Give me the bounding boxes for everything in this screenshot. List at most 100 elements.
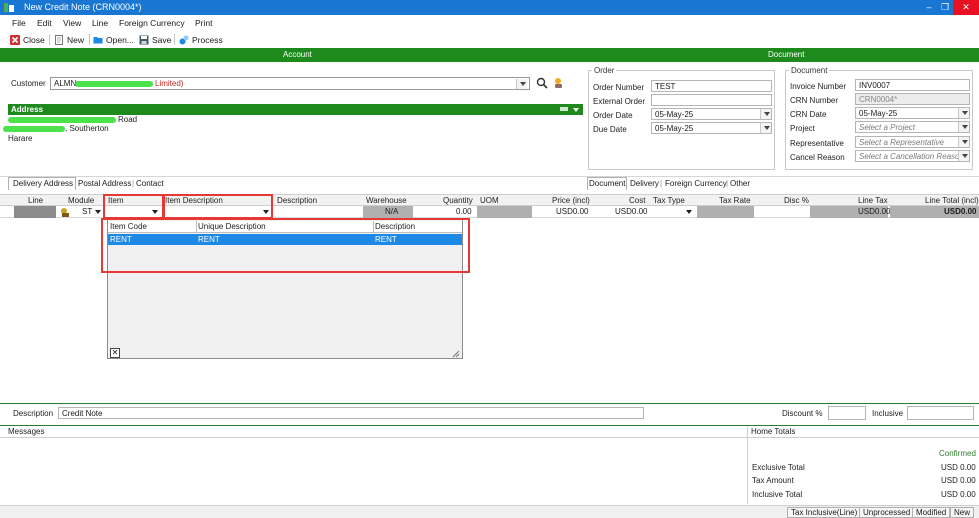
new-button[interactable]: New <box>54 33 84 46</box>
tab-separator: | <box>132 179 135 188</box>
menu-file[interactable]: File <box>12 18 26 28</box>
description-field[interactable]: Credit Note <box>58 407 644 419</box>
representative-field[interactable]: Select a Representative <box>855 136 970 148</box>
status-bar: Tax Inclusive(Line) Unprocessed Modified… <box>0 505 979 518</box>
exclusive-total-label: Exclusive Total <box>752 463 805 472</box>
inclusive-field[interactable] <box>907 406 974 420</box>
menu-line[interactable]: Line <box>92 18 108 28</box>
col-line-tax[interactable]: Line Tax <box>858 196 888 205</box>
app-icon <box>4 3 14 12</box>
menu-foreign-currency[interactable]: Foreign Currency <box>119 18 185 28</box>
address-collapse-icon[interactable] <box>573 108 579 112</box>
customer-lookup-icon[interactable] <box>553 77 565 89</box>
menu-print[interactable]: Print <box>195 18 212 28</box>
col-tax-type[interactable]: Tax Type <box>653 196 685 205</box>
menu-view[interactable]: View <box>63 18 81 28</box>
representative-dropdown[interactable] <box>958 137 969 147</box>
tab-other[interactable]: Other <box>730 179 750 188</box>
process-label: Process <box>192 34 223 45</box>
close-icon: ✕ <box>111 348 119 357</box>
tab-contact[interactable]: Contact <box>136 179 164 188</box>
col-uom[interactable]: UOM <box>480 196 499 205</box>
customer-field[interactable]: ALMN Limited) <box>50 77 530 90</box>
discount-label: Discount % <box>782 409 823 418</box>
line-total-value: USD0.00 <box>944 207 977 216</box>
confirmed-status: Confirmed <box>939 449 976 458</box>
external-order-field[interactable] <box>651 94 772 106</box>
warehouse-cell: N/A <box>363 206 413 218</box>
redacted-mark <box>3 126 65 132</box>
cancel-reason-field[interactable]: Select a Cancellation Reason <box>855 150 970 162</box>
col-warehouse[interactable]: Warehouse <box>366 196 407 205</box>
tab-document-label: Document <box>589 179 626 188</box>
col-line[interactable]: Line <box>28 196 43 205</box>
col-description[interactable]: Description <box>277 196 317 205</box>
menu-edit[interactable]: Edit <box>37 18 52 28</box>
due-date-value: 05-May-25 <box>655 124 694 133</box>
customer-dropdown-button[interactable] <box>516 79 527 89</box>
resize-grip-icon[interactable] <box>452 350 460 358</box>
redacted-mark <box>8 117 116 123</box>
invoice-number-label: Invoice Number <box>790 82 847 91</box>
open-button[interactable]: Open... <box>93 33 134 46</box>
col-disc[interactable]: Disc % <box>784 196 809 205</box>
col-quantity[interactable]: Quantity <box>443 196 473 205</box>
due-date-dropdown[interactable] <box>760 123 771 133</box>
customer-label: Customer <box>11 79 46 88</box>
project-dropdown[interactable] <box>958 122 969 132</box>
close-window-button[interactable]: ✕ <box>953 0 979 15</box>
crn-date-dropdown[interactable] <box>958 108 969 118</box>
representative-placeholder: Select a Representative <box>859 138 944 147</box>
order-date-field[interactable]: 05-May-25 <box>651 108 772 120</box>
module-cell[interactable]: ST <box>82 206 92 218</box>
document-group-title: Document <box>789 66 830 75</box>
process-button[interactable]: Process <box>179 33 223 46</box>
project-field[interactable]: Select a Project <box>855 121 970 133</box>
project-label: Project <box>790 124 815 133</box>
toolbar-divider <box>89 34 90 45</box>
tab-foreign-currency[interactable]: Foreign Currency <box>665 179 727 188</box>
quantity-cell[interactable]: 0.00 <box>456 206 472 218</box>
new-document-icon <box>55 34 63 45</box>
tax-amount-label: Tax Amount <box>752 476 794 485</box>
save-icon <box>139 35 149 44</box>
line-tax-value: USD0.00 <box>858 207 891 216</box>
toolbar: Close New Open... Save Process <box>0 31 979 47</box>
redacted-mark <box>75 81 153 87</box>
order-date-dropdown[interactable] <box>760 109 771 119</box>
col-tax-rate[interactable]: Tax Rate <box>719 196 751 205</box>
tab-delivery[interactable]: Delivery <box>630 179 659 188</box>
crn-date-field[interactable]: 05-May-25 <box>855 107 970 119</box>
tax-rate-cell <box>697 206 754 218</box>
section-header-bar: Account Document <box>0 48 979 62</box>
popup-close-button[interactable]: ✕ <box>110 348 120 358</box>
price-cell[interactable]: USD0.00 <box>556 206 588 218</box>
col-price-incl[interactable]: Price (incl) <box>552 196 590 205</box>
search-icon[interactable] <box>536 77 548 89</box>
tax-amount-value: USD 0.00 <box>941 476 976 485</box>
crn-number-label: CRN Number <box>790 96 839 105</box>
status-new: New <box>950 507 975 518</box>
module-dropdown-icon[interactable] <box>95 210 101 214</box>
tab-document[interactable]: Document <box>587 177 627 190</box>
highlight-item-list <box>101 218 470 273</box>
tax-type-dropdown-icon[interactable] <box>686 210 692 214</box>
col-cost[interactable]: Cost <box>629 196 645 205</box>
divider <box>0 176 979 177</box>
close-label: Close <box>23 34 45 45</box>
cancel-reason-dropdown[interactable] <box>958 151 969 161</box>
order-date-label: Order Date <box>593 111 633 120</box>
highlight-item-column <box>103 194 164 219</box>
cost-cell[interactable]: USD0.00 <box>615 206 647 218</box>
tab-postal-address[interactable]: Postal Address <box>78 179 131 188</box>
col-line-total[interactable]: Line Total (incl) <box>925 196 979 205</box>
col-module[interactable]: Module <box>68 196 94 205</box>
save-button[interactable]: Save <box>139 33 171 46</box>
address-menu-icon[interactable] <box>560 107 568 111</box>
close-button[interactable]: Close <box>10 33 45 46</box>
order-number-field[interactable]: TEST <box>651 80 772 92</box>
invoice-number-field[interactable]: INV0007 <box>855 79 970 91</box>
due-date-field[interactable]: 05-May-25 <box>651 122 772 134</box>
tab-delivery-address[interactable]: Delivery Address <box>8 177 76 190</box>
discount-field[interactable] <box>828 406 866 420</box>
